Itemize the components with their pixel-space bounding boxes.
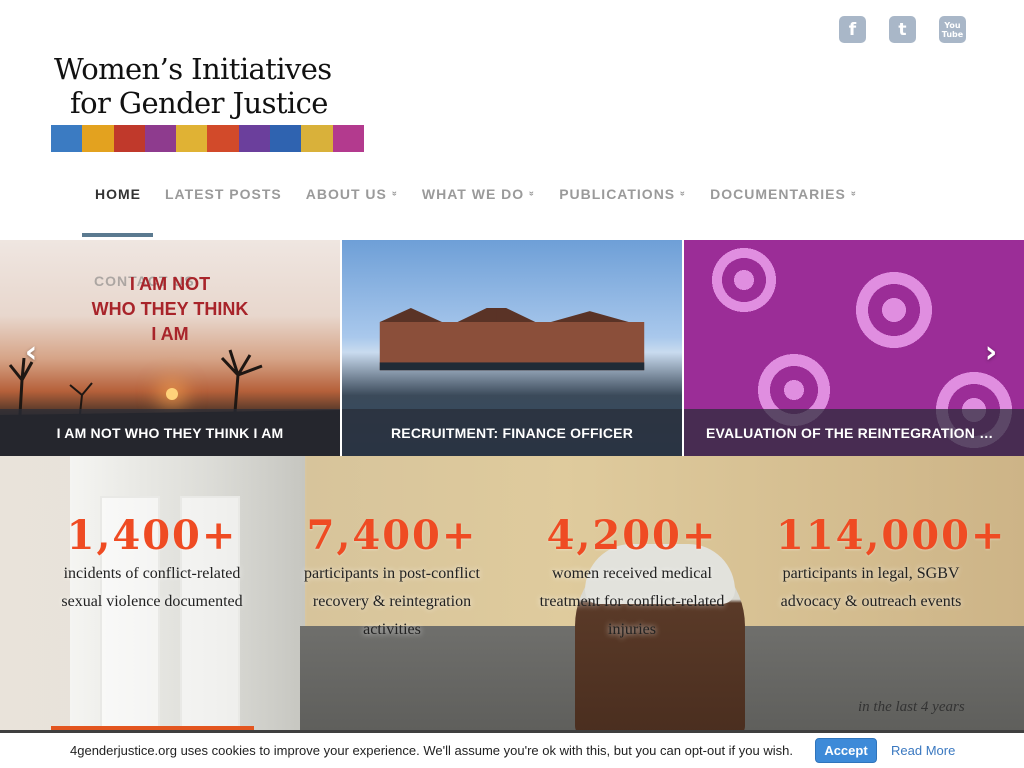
featured-carousel: CONTACT US I AM NOT WHO THEY THINK I AM … [0,240,1024,456]
nav-item-publications[interactable]: PUBLICATIONS» [559,186,689,202]
cookie-read-more-link[interactable]: Read More [891,743,955,758]
main-navigation: HOME LATEST POSTS ABOUT US» WHAT WE DO» PUBL… [95,186,859,202]
slide-caption[interactable]: EVALUATION OF THE REINTEGRATION PROGRAMM… [684,409,1024,456]
twitter-icon[interactable]: t [889,16,916,43]
building-illustration [379,308,645,371]
stat-number: 1,400+ [66,512,238,559]
fabric-swatch [332,125,364,152]
youtube-icon-top: You [944,20,961,30]
nav-item-label: HOME [95,186,141,202]
cookie-consent-bar: 4genderjustice.org uses cookies to impro… [0,730,1024,768]
logo-line-2: for Gender Justice [70,86,328,120]
carousel-next-arrow-icon[interactable]: › [976,335,1006,370]
stats-period-note: in the last 4 years [858,699,965,715]
carousel-prev-arrow-icon[interactable]: ‹ [16,335,46,370]
cookie-message: 4genderjustice.org uses cookies to impro… [70,743,793,758]
fabric-swatch [301,125,333,152]
logo-fabric-strip [51,125,364,152]
fabric-swatch [51,125,83,152]
page: f t You Tube Women’s Initiatives for Gen… [0,0,1024,768]
logo-line-1: Women’s Initiatives [54,52,332,86]
slide-caption-text: I AM NOT WHO THEY THINK I AM [56,424,284,441]
nav-item-documentaries[interactable]: DOCUMENTARIES» [710,186,859,202]
nav-item-what-we-do[interactable]: WHAT WE DO» [421,186,538,202]
stat-block: 114,000+ participants in legal, SGBV adv… [776,512,1007,616]
nav-item-label: LATEST POSTS [165,186,282,202]
carousel-slide-2[interactable]: RECRUITMENT: FINANCE OFFICER [342,240,682,456]
active-nav-indicator [82,233,153,237]
fabric-swatch [144,125,177,152]
nav-item-latest-posts[interactable]: LATEST POSTS [165,186,282,202]
stat-number: 4,200+ [546,512,718,559]
fabric-swatch [113,125,145,152]
slide-caption-text: RECRUITMENT: FINANCE OFFICER [390,424,634,441]
site-header: f t You Tube Women’s Initiatives for Gen… [0,0,1024,240]
chevron-down-icon: » [678,190,689,198]
fabric-swatch [82,125,114,152]
facebook-icon[interactable]: f [839,16,866,43]
cookie-accept-button[interactable]: Accept [815,738,877,763]
stat-description: participants in legal, SGBV advocacy & o… [780,565,962,610]
nav-item-about-us[interactable]: ABOUT US» [305,186,400,202]
fabric-swatch [238,125,271,152]
stat-description: incidents of conflict-related sexual vio… [61,565,243,610]
fabric-swatch [176,125,208,152]
stat-number: 114,000+ [776,512,1007,559]
stat-block: 1,400+ incidents of conflict-related sex… [57,514,247,616]
stat-number: 7,400+ [306,512,478,559]
nav-item-label: WHAT WE DO [421,186,525,202]
slide-caption-text: EVALUATION OF THE REINTEGRATION PROGRAMM… [706,424,1002,441]
carousel-slide-1[interactable]: CONTACT US I AM NOT WHO THEY THINK I AM … [0,240,340,456]
fabric-swatch [270,125,302,152]
nav-item-home[interactable]: HOME [95,186,141,202]
chevron-down-icon: » [389,190,400,198]
slide-caption[interactable]: RECRUITMENT: FINANCE OFFICER [342,409,682,456]
chevron-down-icon: » [848,190,859,198]
stat-description: women received medical treatment for con… [539,565,725,638]
slide-caption[interactable]: I AM NOT WHO THEY THINK I AM [0,409,340,456]
stat-block: 4,200+ women received medical treatment … [537,514,727,644]
nav-item-label: DOCUMENTARIES [710,186,846,202]
nav-item-label: PUBLICATIONS [559,186,676,202]
youtube-icon[interactable]: You Tube [939,16,966,43]
stat-description: participants in post-conflict recovery &… [304,565,480,638]
social-links: f t You Tube [839,16,966,43]
carousel-slide-3[interactable]: EVALUATION OF THE REINTEGRATION PROGRAMM… [684,240,1024,456]
impact-stats-section: 1,400+ incidents of conflict-related sex… [0,456,1024,736]
nav-item-label: ABOUT US [305,186,387,202]
site-logo[interactable]: Women’s Initiatives for Gender Justice [51,52,364,152]
chevron-down-icon: » [527,190,538,198]
youtube-icon-bottom: Tube [941,29,964,39]
stat-block: 7,400+ participants in post-conflict rec… [297,514,487,644]
fabric-swatch [207,125,239,152]
